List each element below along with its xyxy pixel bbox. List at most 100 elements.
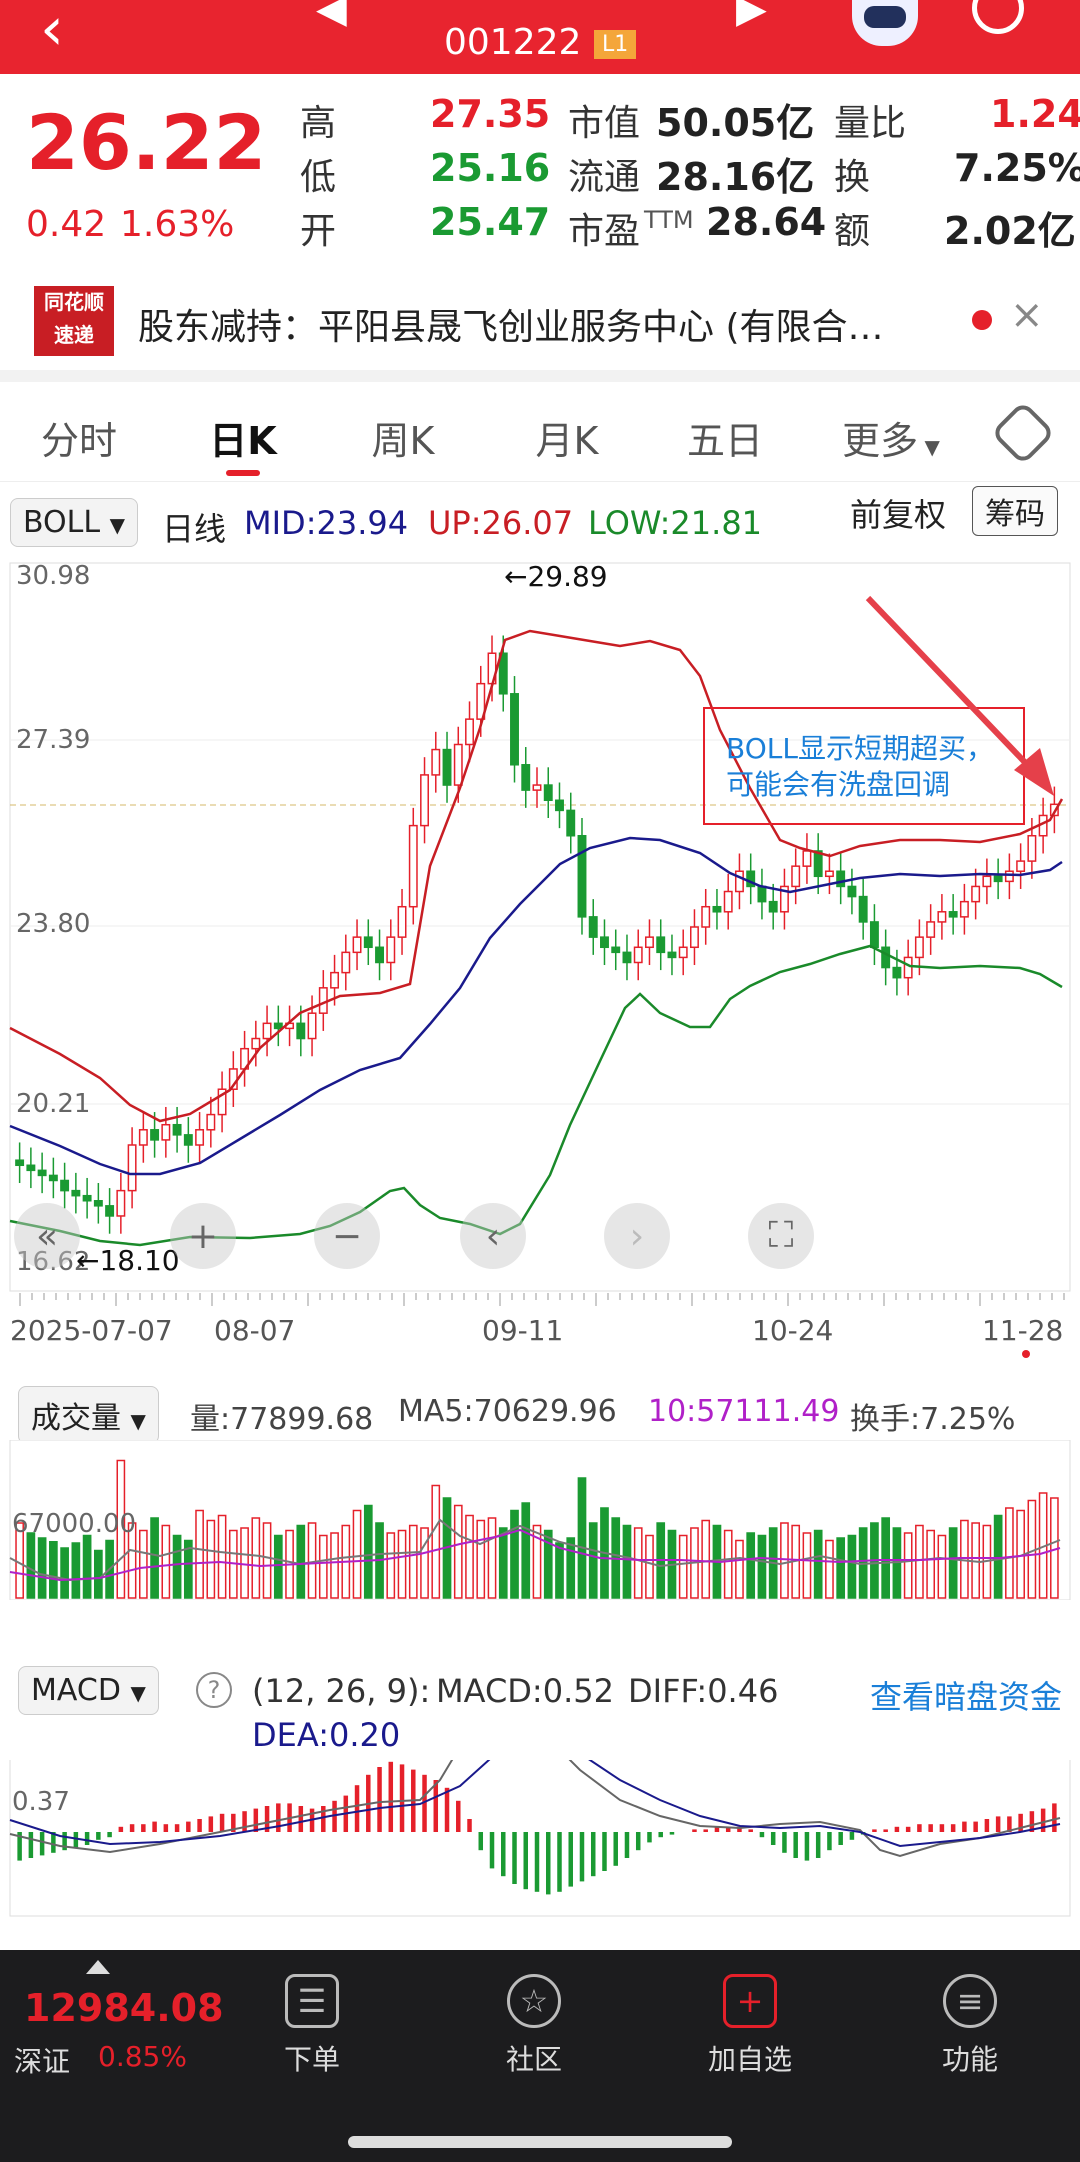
index-change-pct: 0.85% [98,2040,187,2073]
macd-bar [523,1832,529,1890]
candle-body [127,1144,137,1192]
period-high-label: ←29.89 [504,560,608,593]
zoom-in-icon[interactable]: + [170,1203,236,1269]
tab-monthly-k[interactable]: 月K [502,410,632,465]
volume-bar [397,1529,407,1599]
index-value[interactable]: 12984.08 [24,1986,224,2030]
x-label-5: 11-28 [982,1314,1063,1347]
macd-bar [917,1824,922,1832]
scroll-left-icon[interactable]: ‹ [460,1203,526,1269]
adjust-label[interactable]: 前复权 [850,490,946,536]
candle-body [330,971,340,989]
candle-body [138,1129,148,1146]
volume-indicator-label: 成交量 [31,1401,121,1436]
volume-bar [622,1524,632,1599]
x-axis-ticks [19,1293,1065,1306]
home-indicator [348,2136,732,2148]
macd-bar [759,1832,765,1838]
settings-icon[interactable] [990,400,1056,466]
nav-functions[interactable]: ≡ 功能 [900,1974,1040,2078]
macd-bar [276,1803,281,1832]
current-position-dot [1022,1350,1030,1358]
nav-add-watchlist[interactable]: + 加自选 [680,1974,820,2078]
macd-bar [838,1832,843,1845]
candle-body [521,764,531,791]
tab-daily-k[interactable]: 日K [178,410,308,465]
tab-weekly-k[interactable]: 周K [338,410,468,465]
robot-assistant-icon[interactable] [852,0,918,46]
macd-bar [905,1826,911,1832]
scroll-right-icon[interactable]: › [604,1203,670,1269]
volume-bar [386,1532,396,1599]
candle-body [577,834,587,918]
macd-bar [298,1806,304,1832]
scroll-far-left-icon[interactable]: « [14,1203,80,1269]
tab-intraday[interactable]: 分时 [14,410,144,465]
back-icon[interactable]: ‹ [40,0,64,64]
macd-y-label: 0.37 [12,1787,70,1817]
help-icon[interactable]: ? [196,1672,232,1708]
volume-chart[interactable]: 67000.00 [0,1440,1080,1600]
candle-body [48,1174,58,1182]
macd-bar [208,1816,214,1832]
volume-bar [993,1514,1003,1599]
zoom-out-icon[interactable]: − [314,1203,380,1269]
macd-bar [253,1808,259,1832]
volume-bar [802,1532,812,1599]
volume-bar [757,1534,767,1599]
search-icon[interactable] [972,0,1024,34]
prev-stock-icon[interactable]: ◀ [316,0,347,32]
volume-bar [645,1534,654,1599]
candle-body [588,916,598,938]
candle-body [926,921,936,938]
volume-bar [926,1529,936,1599]
candle-body [948,911,958,918]
nav-community[interactable]: ☆ 社区 [464,1974,604,2078]
nav-order[interactable]: ☰ 下单 [242,1974,382,2078]
macd-bar [995,1816,1001,1832]
candle-body [881,946,891,969]
k-line-chart[interactable]: 30.98 27.39 23.80 20.21 16.62 ←29.89 ←18… [0,558,1080,1358]
close-icon[interactable]: × [1010,292,1044,338]
dark-pool-link[interactable]: 查看暗盘资金 [870,1672,1062,1718]
candle-body [150,1129,160,1141]
volume-bar [352,1509,362,1599]
tab-more[interactable]: 更多 ▼ [826,410,956,465]
nav-order-label: 下单 [283,2043,340,2076]
volume-turnover: 换手:7.25% [850,1402,1016,1437]
indicator-select[interactable]: BOLL ▼ [10,498,139,547]
volume-bar [633,1527,643,1599]
candle-body [914,936,924,959]
tab-five-day[interactable]: 五日 [660,410,790,465]
x-label-4: 10-24 [752,1314,833,1347]
macd-bar [748,1829,753,1832]
macd-bar [602,1832,607,1871]
macd-bar [197,1819,202,1832]
next-stock-icon[interactable]: ▶ [736,0,767,32]
boll-indicator-bar: BOLL ▼ 日线 MID:23.94 UP:26.07 LOW:21.81 前… [0,486,1080,550]
volume-bar [836,1537,846,1599]
macd-indicator-select[interactable]: MACD ▼ [18,1666,159,1715]
volume-bar [521,1502,531,1599]
volume-bar [150,1517,159,1599]
volume-bar [903,1532,913,1599]
chip-button[interactable]: 筹码 [972,486,1058,536]
candle-body [566,809,576,837]
news-text[interactable]: 股东减持：平阳县晟飞创业服务中心 (有限合… [138,298,938,350]
volume-indicator-select[interactable]: 成交量 ▼ [18,1386,159,1444]
chart-frame [9,562,1071,1292]
candle-body [26,1164,36,1172]
tonghuashun-logo: 同花顺 速递 [34,286,114,356]
candle-body [892,966,902,979]
candle-body [465,718,474,746]
macd-frame [9,1760,1071,1917]
macd-params: (12, 26, 9): [252,1672,431,1710]
news-ticker[interactable]: 同花顺 速递 股东减持：平阳县晟飞创业服务中心 (有限合… × [0,274,1080,370]
stock-code: 001222 [444,22,582,63]
expand-up-icon[interactable] [86,1960,110,1974]
macd-bar [107,1832,112,1838]
fullscreen-icon[interactable]: ⛶ [748,1203,814,1269]
macd-chart[interactable]: 0.37 [0,1760,1080,1920]
pe-label: 市盈 [568,211,641,252]
candle-body [352,936,362,954]
